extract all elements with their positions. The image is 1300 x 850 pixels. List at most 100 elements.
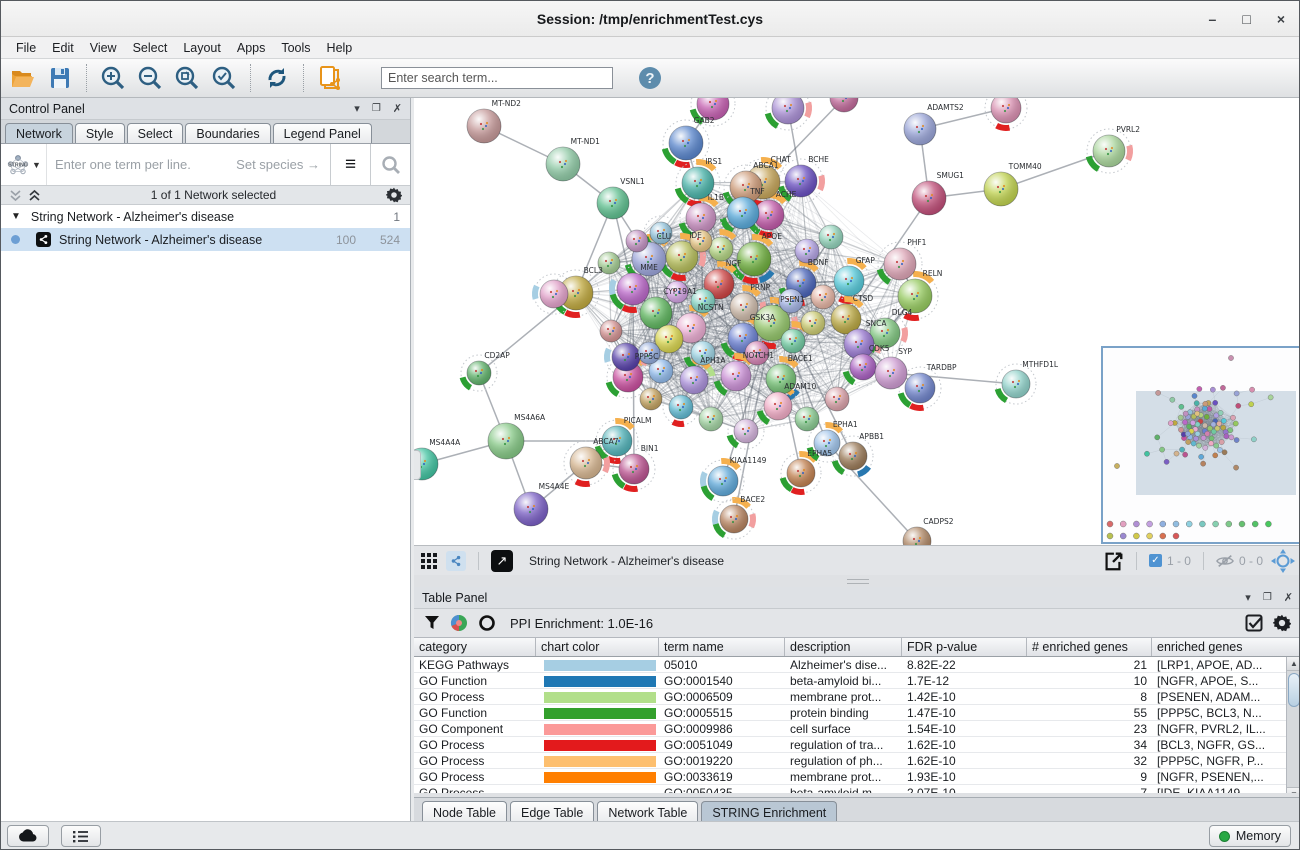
- search-input[interactable]: [381, 67, 613, 89]
- selected-checkbox-icon[interactable]: ✓: [1149, 554, 1162, 567]
- network-node-pvrl2[interactable]: [1093, 135, 1125, 167]
- table-row[interactable]: KEGG Pathways05010Alzheimer's dise...8.8…: [414, 657, 1300, 673]
- cloud-button[interactable]: [7, 825, 49, 847]
- network-node[interactable]: [669, 395, 693, 419]
- panel-float-icon[interactable]: ❐: [1263, 592, 1272, 603]
- export-view-icon[interactable]: [1102, 550, 1124, 572]
- network-node-tardbp[interactable]: [905, 373, 935, 403]
- column-header-enriched-genes[interactable]: enriched genes: [1152, 638, 1300, 656]
- menu-view[interactable]: View: [83, 39, 124, 57]
- network-node-phf1[interactable]: [884, 248, 916, 280]
- panel-close-icon[interactable]: ✗: [393, 102, 402, 115]
- tab-edge-table[interactable]: Edge Table: [510, 801, 594, 823]
- help-button[interactable]: ?: [636, 64, 664, 92]
- network-node[interactable]: [781, 329, 805, 353]
- detach-view-button[interactable]: ↗: [491, 550, 513, 572]
- network-node-bin1[interactable]: [619, 454, 649, 484]
- tab-style[interactable]: Style: [75, 123, 125, 143]
- table-row[interactable]: GO ProcessGO:0033619membrane prot...1.93…: [414, 769, 1300, 785]
- tab-legend-panel[interactable]: Legend Panel: [273, 123, 372, 143]
- column-header-FDR-p-value[interactable]: FDR p-value: [902, 638, 1027, 656]
- network-node-apbb1[interactable]: [839, 442, 867, 470]
- table-row[interactable]: GO FunctionGO:0001540beta-amyloid bi...1…: [414, 673, 1300, 689]
- save-session-button[interactable]: [46, 64, 74, 92]
- network-node[interactable]: [991, 98, 1021, 123]
- zoom-out-button[interactable]: [136, 64, 164, 92]
- ring-chart-icon[interactable]: [478, 614, 496, 632]
- network-node[interactable]: [699, 407, 723, 431]
- network-node-tnf[interactable]: [727, 197, 759, 229]
- network-node-cyp19a1[interactable]: [640, 297, 672, 329]
- tab-boundaries[interactable]: Boundaries: [185, 123, 270, 143]
- network-node[interactable]: [825, 387, 849, 411]
- network-node-adam10[interactable]: [764, 392, 792, 420]
- navigator-icon[interactable]: [1271, 549, 1295, 573]
- network-node-syp[interactable]: [875, 357, 907, 389]
- network-node[interactable]: [811, 285, 835, 309]
- table-row[interactable]: GO ProcessGO:0051049regulation of tra...…: [414, 737, 1300, 753]
- network-node-smug1[interactable]: [912, 181, 946, 215]
- network-node-epha5[interactable]: [787, 459, 815, 487]
- column-header-description[interactable]: description: [785, 638, 902, 656]
- network-node-il1b[interactable]: [686, 203, 716, 233]
- minimize-button[interactable]: –: [1209, 11, 1217, 27]
- tab-network[interactable]: Network: [5, 123, 73, 143]
- column-header-chart-color[interactable]: chart color: [536, 638, 659, 656]
- table-row[interactable]: GO ProcessGO:0050435beta-amyloid m...2.0…: [414, 785, 1300, 793]
- column-header-term-name[interactable]: term name: [659, 638, 785, 656]
- pie-chart-icon[interactable]: [450, 614, 468, 632]
- network-node[interactable]: [819, 225, 843, 249]
- network-node-mme[interactable]: [617, 273, 649, 305]
- menu-file[interactable]: File: [9, 39, 43, 57]
- import-network-button[interactable]: [316, 64, 344, 92]
- task-history-button[interactable]: [61, 825, 101, 847]
- network-node-apoe[interactable]: [737, 242, 771, 276]
- birds-eye-view[interactable]: [1101, 346, 1300, 544]
- scrollbar-thumb[interactable]: [1288, 673, 1300, 707]
- network-node-gab2[interactable]: [669, 126, 703, 160]
- network-node[interactable]: [709, 237, 733, 261]
- network-node-tomm40[interactable]: [984, 172, 1018, 206]
- network-node-mt-nd2[interactable]: [467, 109, 501, 143]
- network-node[interactable]: [626, 230, 648, 252]
- network-node-bace2[interactable]: [720, 505, 748, 533]
- panel-float-icon[interactable]: ❐: [372, 103, 381, 114]
- table-scrollbar[interactable]: ▲ ▼: [1286, 657, 1300, 793]
- network-node[interactable]: [772, 98, 804, 124]
- menu-select[interactable]: Select: [126, 39, 175, 57]
- menu-layout[interactable]: Layout: [176, 39, 228, 57]
- expand-all-icon[interactable]: [28, 189, 41, 202]
- network-node-adamts2[interactable]: [904, 113, 936, 145]
- maximize-button[interactable]: □: [1242, 11, 1250, 27]
- filter-icon[interactable]: [424, 615, 440, 631]
- network-node[interactable]: [801, 311, 825, 335]
- panel-close-icon[interactable]: ✗: [1284, 591, 1293, 604]
- menu-apps[interactable]: Apps: [230, 39, 273, 57]
- refresh-network-button[interactable]: [263, 64, 291, 92]
- string-source-button[interactable]: STRING ▼: [1, 144, 47, 185]
- close-button[interactable]: ×: [1277, 11, 1285, 27]
- panel-menu-icon[interactable]: ▾: [1245, 591, 1251, 604]
- tab-node-table[interactable]: Node Table: [422, 801, 507, 823]
- scroll-down-icon[interactable]: ▼: [1287, 787, 1300, 793]
- column-header-category[interactable]: category: [414, 638, 536, 656]
- tab-select[interactable]: Select: [127, 123, 184, 143]
- network-node-vsnl1[interactable]: [597, 187, 629, 219]
- zoom-selected-button[interactable]: [210, 64, 238, 92]
- gear-icon[interactable]: [386, 187, 402, 203]
- tree-expand-icon[interactable]: ▼: [11, 211, 21, 222]
- network-node-ms4a6a[interactable]: [488, 423, 524, 459]
- network-node[interactable]: [734, 419, 758, 443]
- network-node-mthfd1l[interactable]: [1002, 370, 1030, 398]
- collapse-all-icon[interactable]: [9, 189, 22, 202]
- table-row[interactable]: GO ProcessGO:0019220regulation of ph...1…: [414, 753, 1300, 769]
- gear-icon[interactable]: [1273, 614, 1291, 632]
- set-species-hint[interactable]: Set species →: [236, 157, 330, 172]
- column-header--enriched-genes[interactable]: # enriched genes: [1027, 638, 1152, 656]
- zoom-in-button[interactable]: [99, 64, 127, 92]
- tab-network-table[interactable]: Network Table: [597, 801, 698, 823]
- network-node[interactable]: [540, 280, 568, 308]
- panel-splitter-grip[interactable]: [414, 450, 421, 480]
- menu-help[interactable]: Help: [320, 39, 360, 57]
- network-node-abca7[interactable]: [570, 447, 602, 479]
